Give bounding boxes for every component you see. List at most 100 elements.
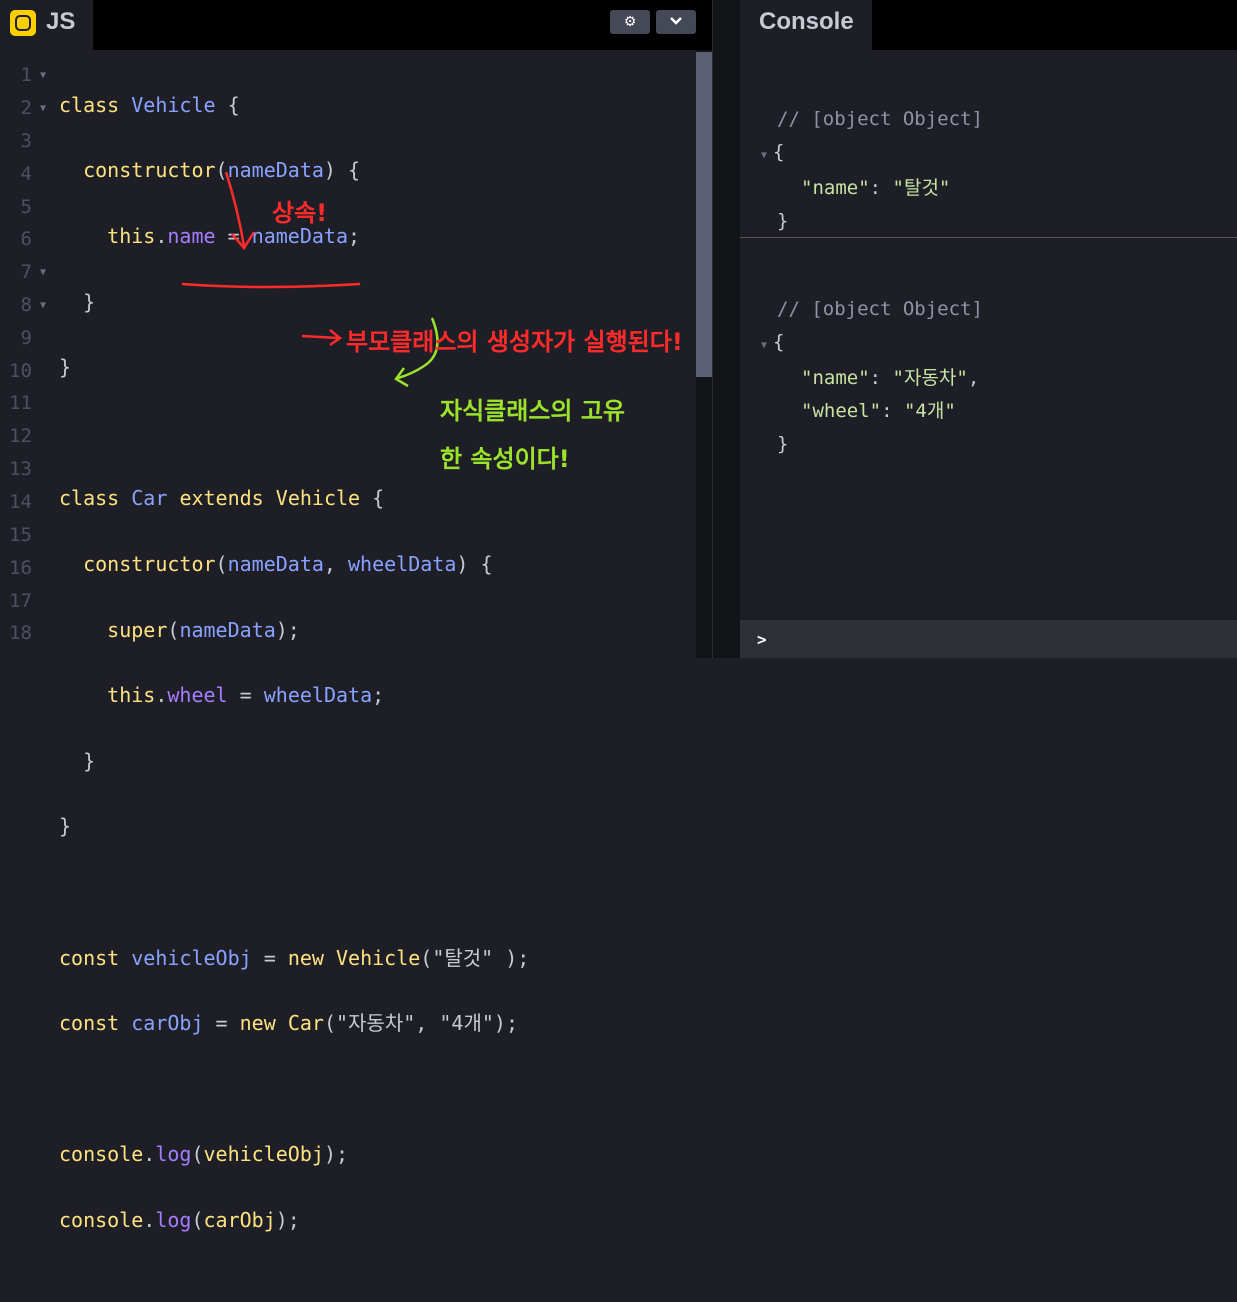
punct: , [415,1011,440,1036]
chevron-down-icon [669,14,683,30]
object-value: "4개" [903,400,956,423]
keyword: constructor [83,551,216,576]
code-line: class Vehicle { [59,89,529,122]
fold-arrow-icon[interactable]: ▼ [40,300,46,311]
annotation-child-property-line2: 한 속성이다! [440,445,570,473]
keyword: constructor [83,158,216,183]
console-input[interactable]: > [740,620,1237,658]
code-area[interactable]: class Vehicle { constructor(nameData) { … [59,56,529,1302]
punct: = [203,1011,240,1036]
brace: } [777,210,789,233]
console-comment: // [object Object] [777,107,983,130]
punct: . [143,1142,156,1167]
punct: } [59,814,72,839]
punct: ); [493,1011,518,1036]
tab-js-label: JS [46,8,76,35]
class-name: Vehicle [131,92,216,117]
variable: vehicleObj [131,945,252,970]
fold-arrow-icon[interactable]: ▼ [761,340,773,351]
param: wheelData [348,551,457,576]
punct: = [251,945,288,970]
editor-tabbar: JS ⚙ [0,0,712,50]
fold-arrow-icon[interactable]: ▼ [40,103,46,114]
punct: } [83,748,96,773]
object-key: "name" [801,367,870,390]
code-line: console.log(carObj); [59,1204,529,1237]
punct: ; [372,683,385,708]
line-number: 18 [9,622,32,644]
line-number: 14 [9,491,32,513]
string: "탈것" [432,945,494,970]
line-number: 5 [20,196,32,218]
punct: ; [348,223,361,248]
keyword: class [59,92,120,117]
punct: ) { [456,551,493,576]
fold-arrow-icon[interactable]: ▼ [761,150,773,161]
punct: ); [275,1207,300,1232]
code-line: const carObj = new Car("자동차", "4개"); [59,1007,529,1040]
line-number: 6 [20,228,32,250]
punct: ( [167,617,180,642]
param: nameData [227,551,324,576]
variable: vehicleObj [203,1142,324,1167]
tab-console[interactable]: Console [740,0,872,50]
editor-scrollbar[interactable] [696,50,712,658]
line-number: 16 [9,557,32,579]
punct: ( [215,158,228,183]
console-panel: Console // [object Object] ▼ {"name": "탈것… [740,0,1237,658]
code-line: } [59,810,529,843]
tab-js[interactable]: JS [0,0,93,50]
string: "4개" [439,1011,494,1036]
line-number: 9 [20,327,32,349]
punct: = [215,223,252,248]
class-name: Vehicle [335,945,421,970]
brace: { [773,140,785,163]
scrollbar-thumb[interactable] [696,52,712,377]
brace: { [773,330,785,353]
js-logo-icon [10,10,36,36]
punct: ( [191,1142,204,1167]
punct: ( [215,551,228,576]
punct: , [323,551,349,576]
keyword: new [239,1011,276,1036]
class-name: Car [131,486,168,511]
fold-arrow-icon[interactable]: ▼ [40,70,46,81]
tab-console-label: Console [759,8,854,35]
line-number: 10 [9,360,32,382]
code-line: super(nameData); [59,614,529,647]
punct: = [227,683,264,708]
prompt-chevron-icon: > [757,630,767,649]
annotation-parent-constructor: 부모클래스의 생성자가 실행된다! [346,328,683,356]
panel-resize-handle[interactable] [712,0,740,658]
line-number: 11 [9,392,32,414]
keyword: super [107,617,168,642]
keyword: class [59,486,120,511]
code-line: constructor(nameData, wheelData) { [59,548,529,581]
code-line: console.log(vehicleObj); [59,1138,529,1171]
punct: ( [323,1011,336,1036]
collapse-button[interactable] [656,10,696,34]
line-number: 12 [9,425,32,447]
code-line: constructor(nameData) { [59,154,529,187]
line-number: 13 [9,458,32,480]
keyword: this [107,223,156,248]
punct: ); [275,617,300,642]
line-number: 8 [20,294,32,316]
code-line: } [59,286,529,319]
line-number: 17 [9,590,32,612]
object-key: "name" [801,177,870,200]
variable: carObj [131,1011,204,1036]
punct: } [59,355,72,380]
line-number: 4 [20,163,32,185]
punct: { [215,92,240,117]
annotation-inherit: 상속! [272,199,328,227]
variable: wheelData [263,683,373,708]
fold-arrow-icon[interactable]: ▼ [40,267,46,278]
keyword: new [287,945,324,970]
method: log [155,1207,192,1232]
annotation-child-property-line1: 자식클래스의 고유 [440,397,625,425]
property: name [167,223,216,248]
line-number: 15 [9,524,32,546]
settings-button[interactable]: ⚙ [610,10,650,34]
